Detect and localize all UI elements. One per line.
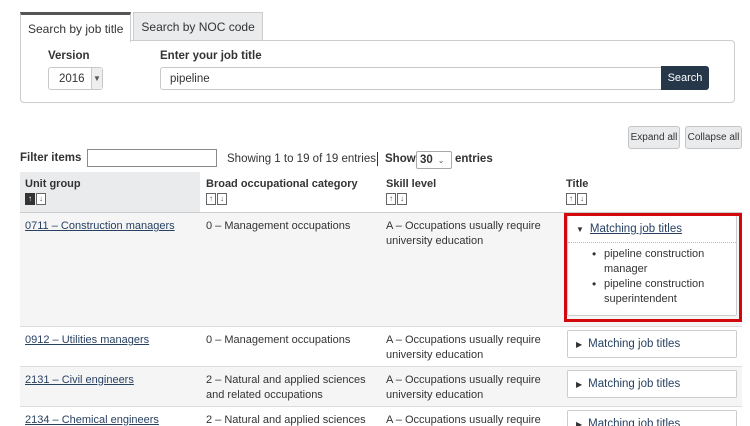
version-select[interactable]: 2016 ▼ [48,67,103,90]
table-row: 2131 – Civil engineers 2 – Natural and a… [20,367,742,407]
category-cell: 0 – Management occupations [206,334,351,346]
category-cell: 2 – Natural and applied sciences [206,414,366,426]
triangle-right-icon: ▶ [576,339,583,349]
entries-per-page-value: 30 [420,154,433,166]
sort-controls: ↑ ↓ [566,193,736,205]
unit-group-link[interactable]: 2131 – Civil engineers [25,374,134,386]
triangle-right-icon: ▶ [576,419,583,426]
entries-per-page-select[interactable]: 30 ⌄ [416,151,452,169]
unit-group-link[interactable]: 2134 – Chemical engineers [25,414,159,426]
search-panel: Version 2016 ▼ Enter your job title pipe… [20,40,735,103]
header-label: Skill level [386,178,437,190]
sort-controls: ↑ ↓ [25,193,200,205]
results-table: Unit group ↑ ↓ Broad occupational catego… [20,172,742,426]
version-value: 2016 [59,72,85,85]
matching-job-titles-toggle[interactable]: ▶ Matching job titles [568,411,736,426]
sort-controls: ↑ ↓ [386,193,556,205]
chevron-down-icon: ▼ [91,68,102,89]
triangle-right-icon: ▶ [576,379,583,389]
tab-search-by-noc-code[interactable]: Search by NOC code [133,12,263,41]
chevron-down-icon: ⌄ [437,155,445,165]
table-header: Unit group ↑ ↓ Broad occupational catego… [20,172,742,213]
entries-label: entries [455,153,493,165]
matching-job-titles-details: ▶ Matching job titles [567,370,737,398]
toggle-label: Matching job titles [588,338,681,350]
sort-ascending-icon[interactable]: ↑ [386,193,396,205]
skill-level-cell: A – Occupations usually require universi… [386,374,541,401]
table-row: 0711 – Construction managers 0 – Managem… [20,213,742,327]
collapse-all-button[interactable]: Collapse all [685,126,742,149]
job-title-label: Enter your job title [160,50,262,62]
skill-level-cell: A – Occupations usually require universi… [386,220,541,247]
job-title-input[interactable]: pipeline [160,67,662,90]
table-row: 2134 – Chemical engineers 2 – Natural an… [20,407,742,426]
header-unit-group[interactable]: Unit group ↑ ↓ [20,172,200,212]
skill-level-cell: A – Occupations usually require universi… [386,334,541,361]
sort-ascending-icon[interactable]: ↑ [566,193,576,205]
showing-entries-text: Showing 1 to 19 of 19 entries [227,153,376,165]
sort-ascending-icon[interactable]: ↑ [206,193,216,205]
unit-group-link[interactable]: 0912 – Utilities managers [25,334,149,346]
sort-descending-icon[interactable]: ↓ [397,193,407,205]
matching-job-titles-toggle[interactable]: ▶ Matching job titles [568,371,736,397]
divider [377,152,378,166]
expand-all-button[interactable]: Expand all [628,126,680,149]
highlight-box [564,213,742,322]
sort-descending-icon[interactable]: ↓ [217,193,227,205]
header-label: Unit group [25,178,81,190]
sort-descending-icon[interactable]: ↓ [577,193,587,205]
unit-group-link[interactable]: 0711 – Construction managers [25,220,175,232]
tab-search-by-job-title[interactable]: Search by job title [20,12,132,42]
category-cell: 0 – Management occupations [206,220,351,232]
matching-job-titles-details: ▶ Matching job titles [567,410,737,426]
version-label: Version [48,50,90,62]
sort-descending-icon[interactable]: ↓ [36,193,46,205]
header-title[interactable]: Title ↑ ↓ [566,172,736,212]
table-row: 0912 – Utilities managers 0 – Management… [20,327,742,367]
header-broad-occupational-category[interactable]: Broad occupational category ↑ ↓ [206,172,381,212]
sort-ascending-icon[interactable]: ↑ [25,193,35,205]
category-cell: 2 – Natural and applied sciences and rel… [206,374,366,401]
matching-job-titles-details: ▶ Matching job titles [567,330,737,358]
search-tabs: Search by job title Search by NOC code [20,12,263,42]
skill-level-cell: A – Occupations usually require [386,414,541,426]
toggle-label: Matching job titles [588,378,681,390]
header-label: Broad occupational category [206,178,358,190]
matching-job-titles-toggle[interactable]: ▶ Matching job titles [568,331,736,357]
search-button[interactable]: Search [661,66,709,90]
header-skill-level[interactable]: Skill level ↑ ↓ [386,172,556,212]
toggle-label: Matching job titles [588,418,681,426]
show-label: Show [385,153,416,165]
sort-controls: ↑ ↓ [206,193,381,205]
header-label: Title [566,178,589,190]
filter-input[interactable] [87,149,217,167]
filter-label: Filter items [20,152,82,164]
